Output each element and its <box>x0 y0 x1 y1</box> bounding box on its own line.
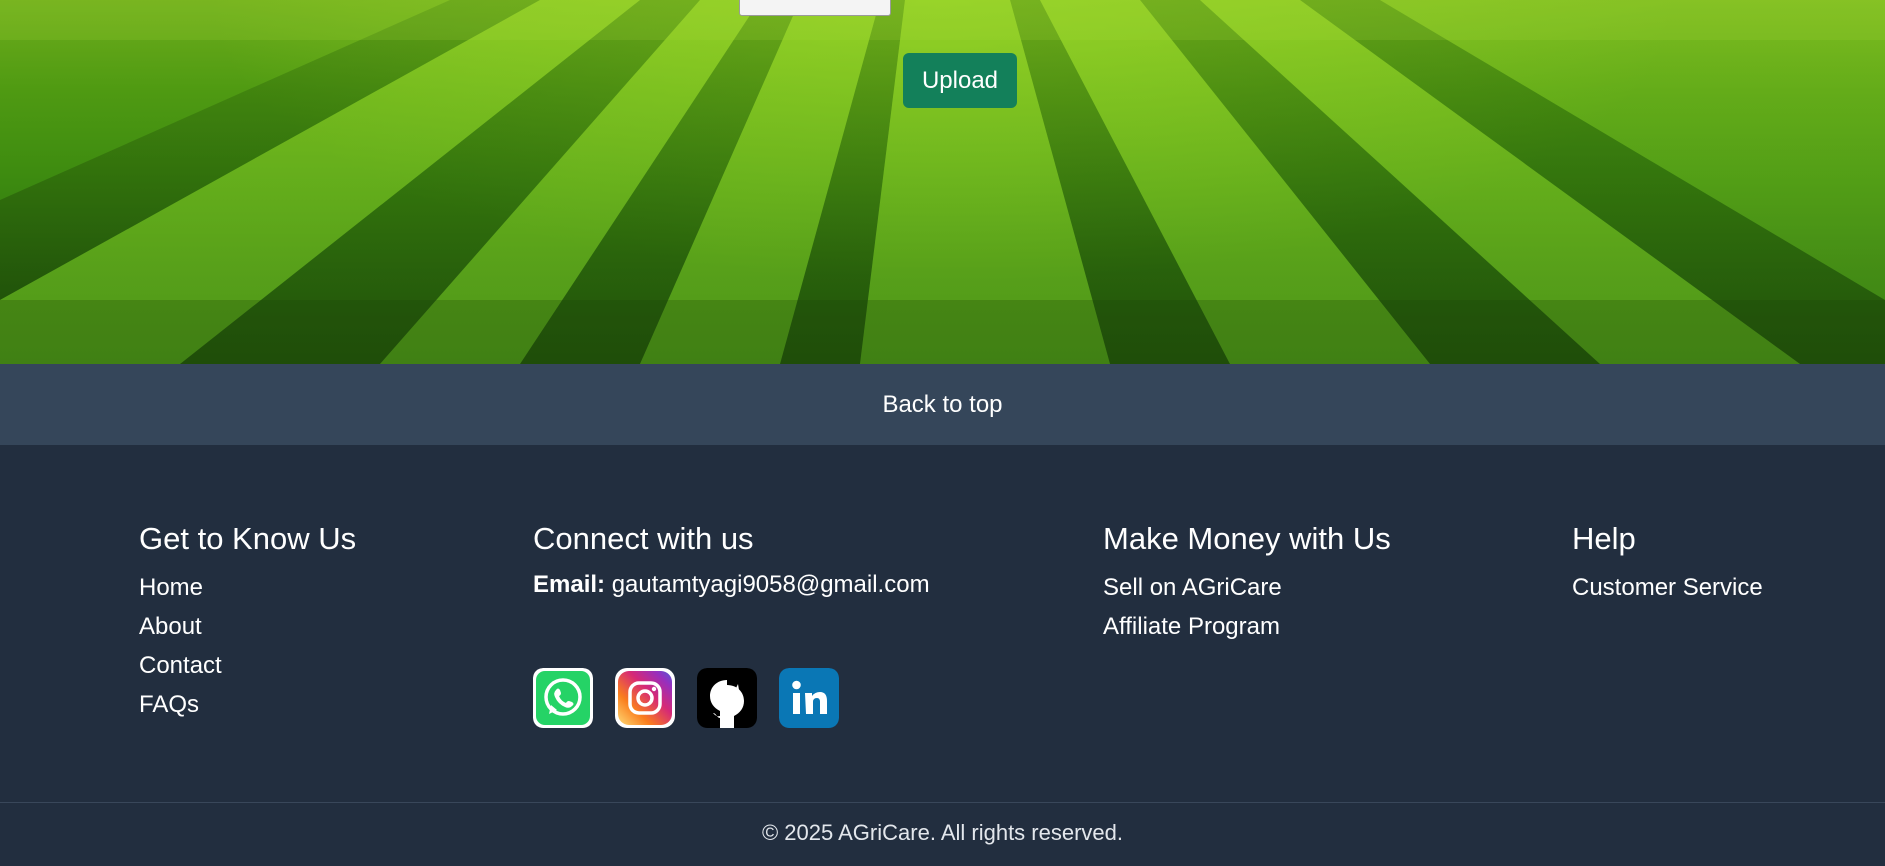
whatsapp-icon[interactable] <box>533 668 593 728</box>
footer-links-help: Customer Service <box>1572 568 1763 607</box>
footer-heading-money: Make Money with Us <box>1103 521 1391 556</box>
copyright-text: © 2025 AGriCare. All rights reserved. <box>761 820 1124 845</box>
footer-links-money: Sell on AGriCare Affiliate Program <box>1103 568 1391 646</box>
footer-col-get-to-know-us: Get to Know Us Home About Contact FAQs <box>139 520 356 724</box>
footer-col-connect-with-us: Connect with us Email: gautamtyagi9058@g… <box>533 520 930 600</box>
footer-heading-know: Get to Know Us <box>139 521 357 556</box>
footer-link-affiliate[interactable]: Affiliate Program <box>1103 607 1391 646</box>
page: Upload Back to top Get to Know Us Home A… <box>0 0 1885 866</box>
footer-col-help: Help Customer Service <box>1572 520 1763 607</box>
hero-field-background: Upload <box>0 0 1885 364</box>
footer-link-sell[interactable]: Sell on AGriCare <box>1103 568 1391 607</box>
footer-link-customer-service[interactable]: Customer Service <box>1572 568 1763 607</box>
github-icon[interactable] <box>697 668 757 728</box>
footer-link-faqs[interactable]: FAQs <box>139 685 356 724</box>
file-input[interactable] <box>739 0 891 16</box>
footer-link-contact[interactable]: Contact <box>139 646 356 685</box>
upload-button[interactable]: Upload <box>903 53 1017 108</box>
back-to-top-link[interactable]: Back to top <box>0 364 1885 445</box>
email-label: Email: <box>533 571 606 598</box>
email-value[interactable]: gautamtyagi9058@gmail.com <box>612 571 930 598</box>
instagram-icon[interactable] <box>615 668 675 728</box>
footer-heading-connect: Connect with us <box>533 521 754 556</box>
footer-email: Email: gautamtyagi9058@gmail.com <box>533 570 930 600</box>
footer-heading-help: Help <box>1572 521 1636 556</box>
footer-col-make-money: Make Money with Us Sell on AGriCare Affi… <box>1103 520 1391 646</box>
footer-link-about[interactable]: About <box>139 607 356 646</box>
footer-link-home[interactable]: Home <box>139 568 356 607</box>
linkedin-icon[interactable] <box>779 668 839 728</box>
footer-links-know: Home About Contact FAQs <box>139 568 356 724</box>
